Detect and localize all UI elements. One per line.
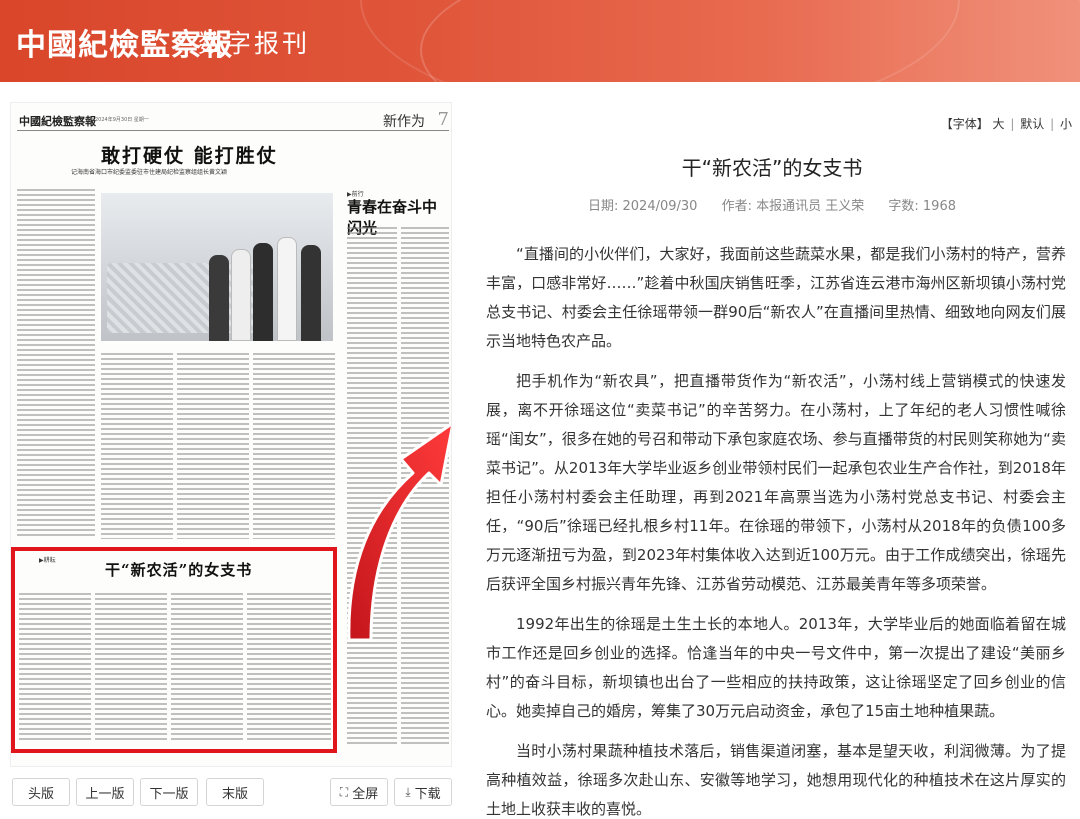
header-decoration xyxy=(360,0,960,82)
text-column xyxy=(177,353,249,539)
text-column xyxy=(253,353,335,539)
person-figure xyxy=(209,255,229,341)
paper-page-number: 7 xyxy=(437,109,449,130)
next-page-label: 下一版 xyxy=(149,786,189,802)
text-column xyxy=(17,189,95,539)
article-author: 作者: 本报通讯员 王义荣 xyxy=(721,199,865,214)
prev-page-button[interactable]: 上一版 xyxy=(76,778,134,806)
paper-masthead: 中國紀檢監察報 xyxy=(19,115,96,128)
site-header: 中國紀檢監察報 数字报刊 xyxy=(0,0,1080,82)
first-page-label: 头版 xyxy=(27,786,54,802)
font-size-small[interactable]: 小 xyxy=(1060,117,1072,131)
article-paragraph: 把手机作为“新农具”，把直播带货作为“新农活”，小荡村线上营销模式的快速发展，离… xyxy=(486,372,1066,593)
article-paragraph: 1992年出生的徐瑶是土生土长的本地人。2013年，大学毕业后的她面临着留在城市… xyxy=(486,615,1066,720)
red-arrow-icon xyxy=(347,422,451,642)
lead-article-title[interactable]: 敢打硬仗 能打胜仗 xyxy=(101,141,278,168)
person-figure xyxy=(301,245,321,341)
newspaper-page[interactable]: 中國紀檢監察報 2024年9月30日 星期一 新作为 7 敢打硬仗 能打胜仗 记… xyxy=(10,102,452,767)
download-icon: ⤓ xyxy=(405,784,411,799)
font-size-default[interactable]: 默认 xyxy=(1020,117,1044,131)
lead-article-subtitle: 记海南省海口市纪委监委驻市住建局纪检监察组组长黄文颖 xyxy=(71,169,228,176)
news-photo xyxy=(101,193,333,341)
separator: | xyxy=(1050,117,1055,131)
brand-subtitle: 数字报刊 xyxy=(198,29,311,58)
article-paragraph: “直播间的小伙伴们，大家好，我面前这些蔬菜水果，都是我们小荡村的特产，营养丰富，… xyxy=(486,245,1066,350)
prev-page-label: 上一版 xyxy=(85,786,125,802)
font-size-large[interactable]: 大 xyxy=(993,117,1005,131)
download-button[interactable]: ⤓ 下载 xyxy=(394,778,452,806)
fullscreen-button[interactable]: ⛶ 全屏 xyxy=(330,778,388,806)
article-paragraph: 当时小荡村果蔬种植技术落后，销售渠道闭塞，基本是望天收，利润微薄。为了提高种植效… xyxy=(486,742,1066,818)
selected-article-highlight[interactable] xyxy=(11,547,337,753)
person-figure xyxy=(231,249,251,341)
last-page-label: 末版 xyxy=(221,786,248,802)
paper-date: 2024年9月30日 星期一 xyxy=(95,117,149,123)
font-size-controls: 【字体】 大 | 默认 | 小 xyxy=(941,115,1072,132)
font-size-label: 【字体】 xyxy=(940,117,989,131)
text-column xyxy=(101,353,173,539)
paper-section: 新作为 xyxy=(383,114,425,130)
article-body: “直播间的小伙伴们，大家好，我面前这些蔬菜水果，都是我们小荡村的特产，营养丰富，… xyxy=(486,240,1066,819)
article-meta: 日期: 2024/09/30 作者: 本报通讯员 王义荣 字数: 1968 xyxy=(472,195,1072,214)
fullscreen-label: 全屏 xyxy=(352,786,379,802)
download-label: 下载 xyxy=(414,786,441,802)
person-figure xyxy=(277,237,297,341)
first-page-button[interactable]: 头版 xyxy=(12,778,70,806)
article-title: 干“新农活”的女支书 xyxy=(681,156,863,180)
last-page-button[interactable]: 末版 xyxy=(206,778,264,806)
person-figure xyxy=(253,243,273,341)
article-wordcount: 字数: 1968 xyxy=(888,199,956,214)
fullscreen-icon: ⛶ xyxy=(339,784,349,799)
paper-header-bar: 中國紀檢監察報 2024年9月30日 星期一 新作为 7 xyxy=(17,109,449,131)
separator: | xyxy=(1010,117,1015,131)
next-page-button[interactable]: 下一版 xyxy=(140,778,198,806)
article-date: 日期: 2024/09/30 xyxy=(588,199,698,214)
